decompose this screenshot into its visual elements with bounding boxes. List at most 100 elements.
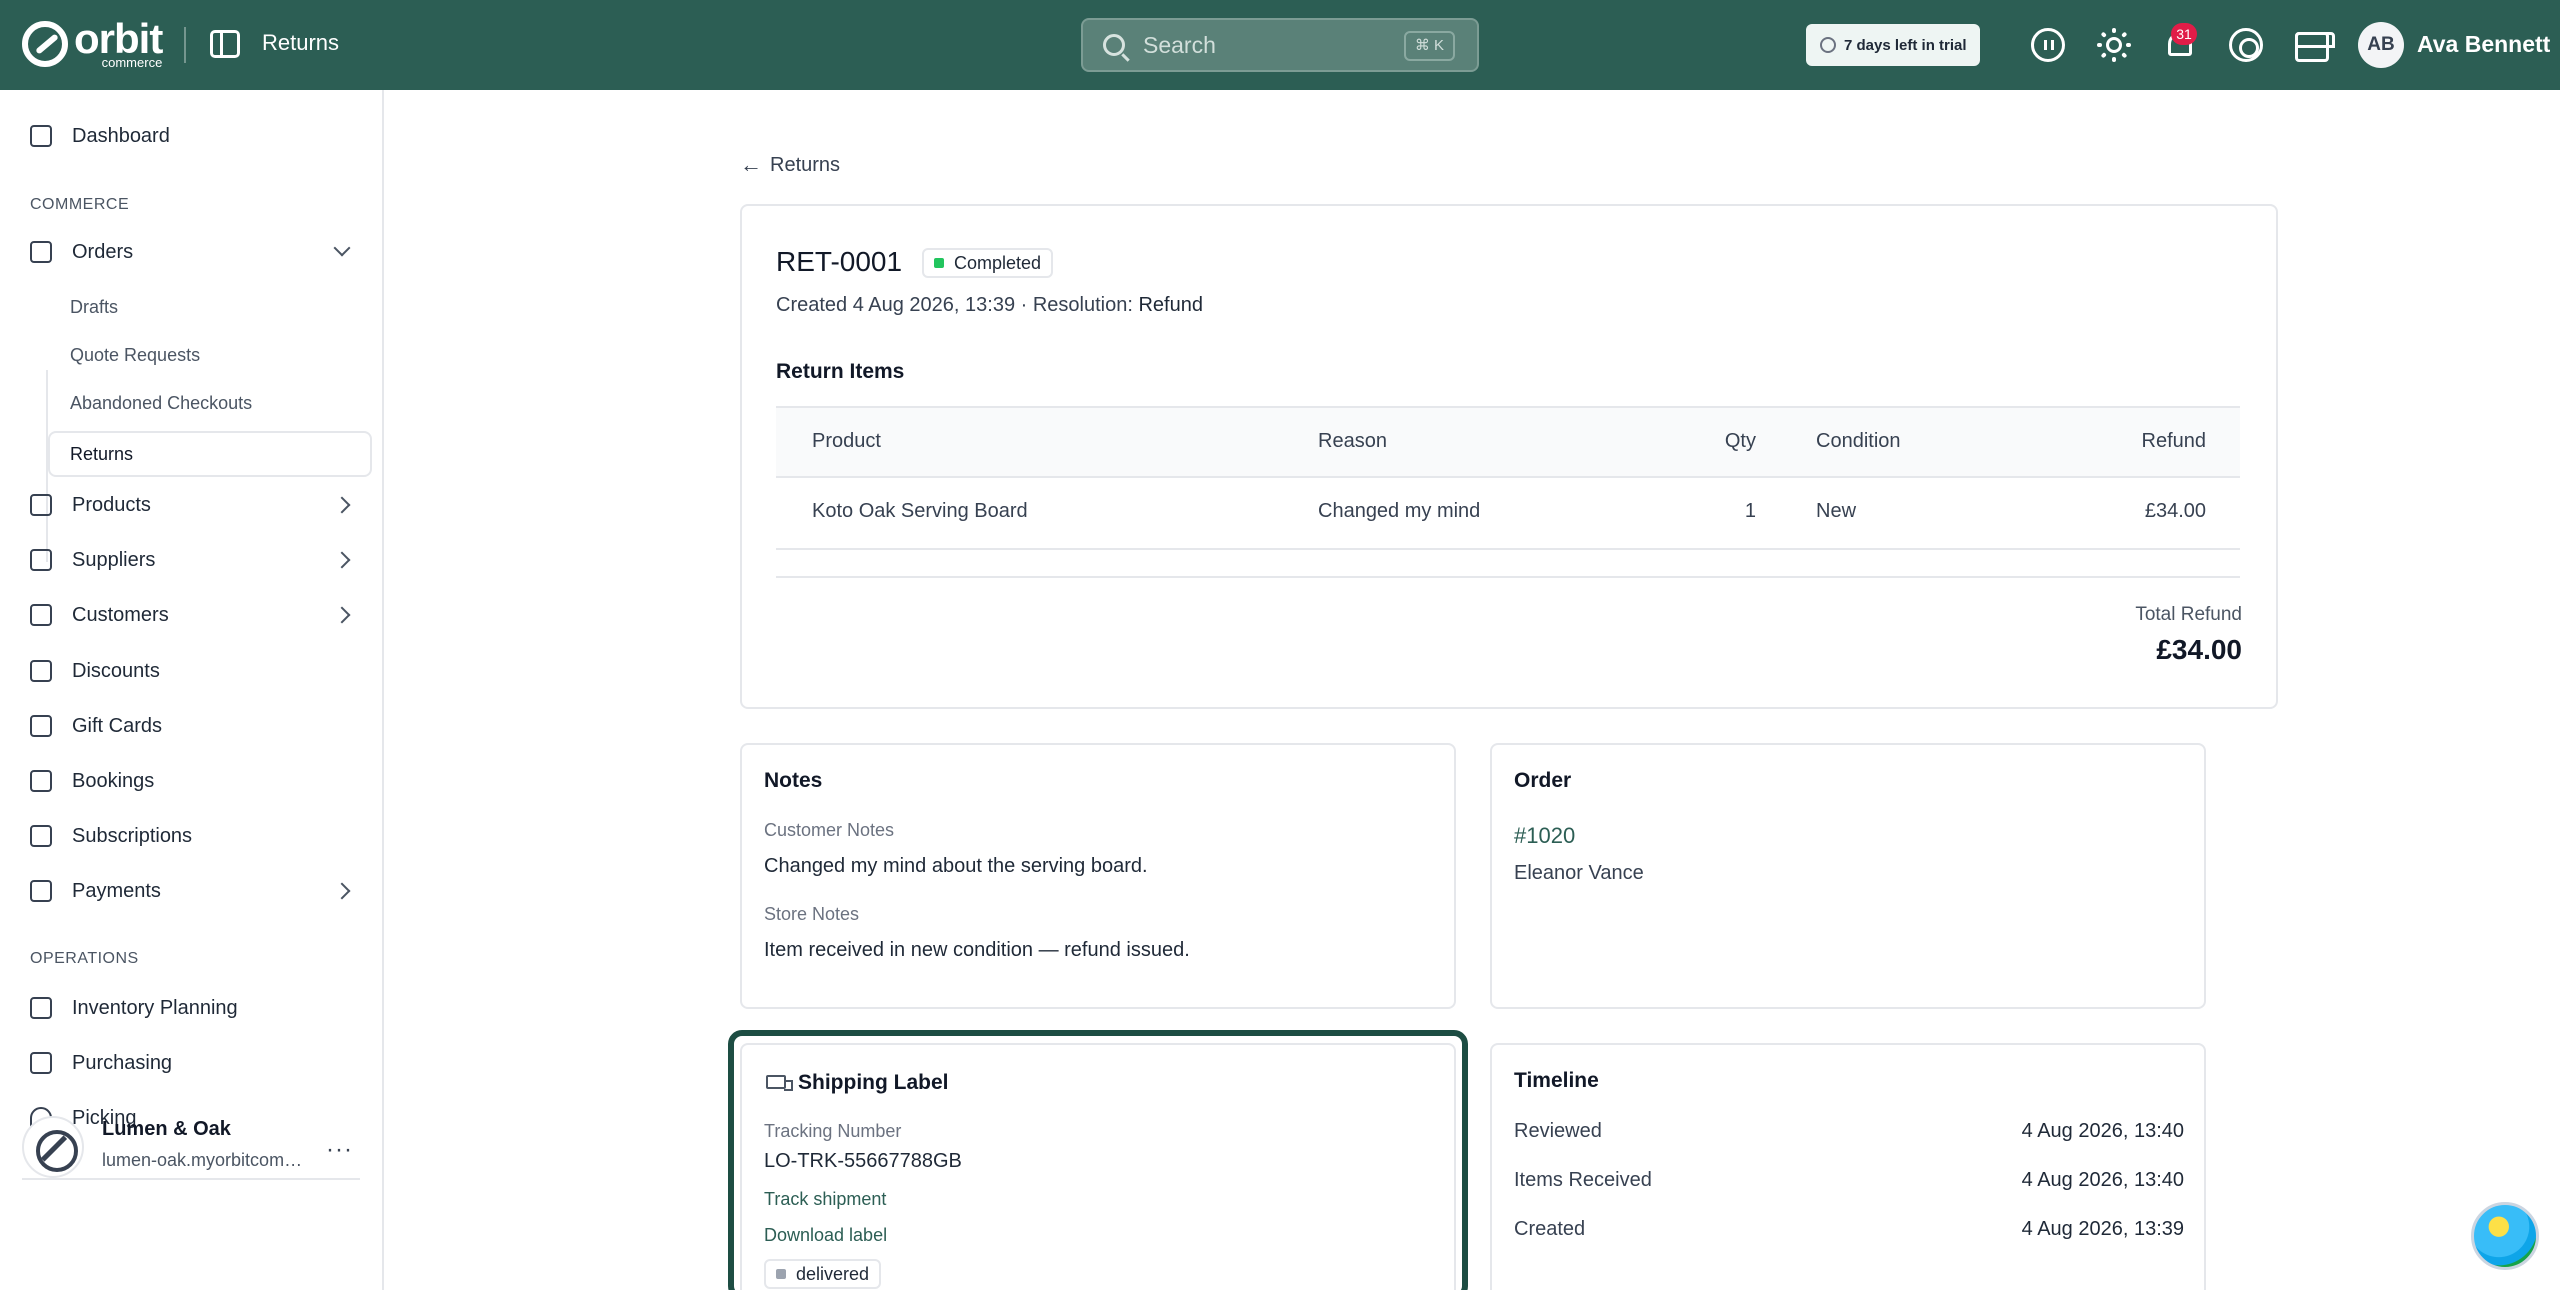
user-avatar[interactable]: AB [2358, 22, 2404, 68]
sidebar-subitem-abandoned-checkouts[interactable]: Abandoned Checkouts [70, 393, 252, 414]
item-product: Koto Oak Serving Board [812, 500, 1028, 522]
section-label-operations: OPERATIONS [30, 950, 139, 967]
orbit-logo-mark [22, 20, 68, 67]
store-url: lumen-oak.myorbitcommerce.com [102, 1150, 307, 1170]
orders-icon [30, 241, 52, 263]
timeline-card: Timeline Reviewed 4 Aug 2026, 13:40 Item… [1490, 1043, 2206, 1290]
return-detail-card: RET-0001 Completed Created 4 Aug 2026, 1… [740, 204, 2278, 709]
chevron-right-icon[interactable] [333, 882, 351, 900]
orbit-logo[interactable]: orbit commerce [22, 18, 163, 69]
item-qty: 1 [1744, 500, 1756, 522]
box-icon [30, 494, 52, 516]
column-reason: Reason [1318, 430, 1387, 452]
trial-badge[interactable]: 7 days left in trial [1806, 24, 1980, 66]
store-notes-text: Item received in new condition — refund … [764, 939, 1190, 961]
sidebar-item-gift-cards[interactable]: Gift Cards [30, 708, 162, 744]
clipboard-icon [30, 997, 52, 1019]
sidebar-toggle-icon[interactable] [210, 30, 240, 58]
sidebar-item-customers[interactable]: Customers [30, 597, 169, 633]
sidebar: Dashboard COMMERCE Orders Drafts Quote R… [0, 90, 384, 1290]
notes-title: Notes [764, 769, 823, 792]
chevron-down-icon[interactable] [333, 239, 351, 257]
store-logo[interactable] [22, 1116, 84, 1178]
top-bar: orbit commerce Returns Search ⌘ K 7 days… [0, 0, 2560, 90]
storefront-icon[interactable] [2295, 32, 2335, 62]
order-card: Order #1020 Eleanor Vance [1490, 743, 2206, 1009]
item-condition: New [1816, 500, 1857, 522]
status-badge: Completed [922, 248, 1054, 278]
sidebar-item-discounts[interactable]: Discounts [30, 653, 160, 689]
shipping-label-title: Shipping Label [798, 1071, 949, 1094]
clock-icon [1820, 37, 1836, 53]
item-reason: Changed my mind [1318, 500, 1481, 522]
assistant-chat-icon[interactable] [2471, 1202, 2539, 1270]
sidebar-item-payments[interactable]: Payments [30, 873, 161, 909]
column-refund: Refund [2141, 430, 2207, 452]
users-icon [30, 604, 52, 626]
order-title: Order [1514, 769, 1572, 792]
store-notes-label: Store Notes [764, 904, 860, 924]
item-refund: £34.00 [2144, 500, 2206, 522]
timeline-event-label: Reviewed [1514, 1120, 1602, 1142]
notification-count-badge: 31 [2171, 23, 2197, 45]
tag-icon [30, 660, 52, 682]
sidebar-item-suppliers[interactable]: Suppliers [30, 542, 155, 578]
search-icon [1103, 34, 1125, 56]
store-menu-icon[interactable]: ··· [326, 1136, 353, 1164]
chevron-right-icon[interactable] [333, 606, 351, 624]
trial-text: 7 days left in trial [1844, 36, 1967, 54]
sidebar-divider [22, 1178, 360, 1180]
order-number-link[interactable]: #1020 [1514, 823, 1575, 849]
sidebar-item-purchasing[interactable]: Purchasing [30, 1045, 172, 1081]
dashboard-icon [30, 125, 52, 147]
calendar-icon [30, 770, 52, 792]
order-customer: Eleanor Vance [1514, 862, 1644, 884]
column-qty: Qty [1724, 430, 1756, 452]
sidebar-item-orders[interactable]: Orders [30, 234, 133, 270]
pause-icon[interactable] [2031, 28, 2065, 62]
search-input[interactable]: Search ⌘ K [1081, 18, 1479, 72]
help-lifebuoy-icon[interactable] [2229, 28, 2263, 62]
timeline-event-date: 4 Aug 2026, 13:39 [2021, 1218, 2184, 1240]
sun-icon[interactable] [2097, 28, 2131, 62]
shipping-status-badge: delivered [764, 1259, 882, 1289]
sidebar-subitem-drafts[interactable]: Drafts [70, 297, 118, 318]
total-refund-value: £34.00 [2156, 634, 2242, 665]
arrow-left-icon: ← [740, 152, 762, 177]
back-to-returns-link[interactable]: ← Returns [740, 152, 840, 178]
column-product: Product [812, 430, 881, 452]
customer-notes-text: Changed my mind about the serving board. [764, 855, 1148, 877]
package-icon [30, 1052, 52, 1074]
store-name[interactable]: Lumen & Oak [102, 1118, 231, 1141]
page-title: Returns [262, 30, 340, 55]
chevron-right-icon[interactable] [333, 551, 351, 569]
sidebar-subitem-returns[interactable]: Returns [48, 431, 372, 477]
refresh-icon [30, 825, 52, 847]
sidebar-item-dashboard[interactable]: Dashboard [30, 118, 170, 154]
return-items-heading: Return Items [776, 360, 905, 383]
sidebar-subitem-quote-requests[interactable]: Quote Requests [70, 345, 200, 366]
return-id: RET-0001 [776, 246, 903, 277]
created-info: Created 4 Aug 2026, 13:39 · Resolution: … [776, 294, 1203, 316]
truck-icon [766, 1075, 793, 1091]
user-name[interactable]: Ava Bennett [2417, 31, 2550, 58]
timeline-event-label: Items Received [1514, 1169, 1652, 1191]
return-items-table: Product Reason Qty Condition Refund Koto… [776, 406, 2240, 550]
shipping-label-card[interactable]: Shipping Label Tracking Number LO-TRK-55… [740, 1043, 1456, 1290]
notes-card: Notes Customer Notes Changed my mind abo… [740, 743, 1456, 1009]
search-placeholder: Search [1143, 31, 1216, 58]
total-refund-label: Total Refund [2135, 604, 2242, 625]
timeline-event-label: Created [1514, 1218, 1586, 1240]
resolution-value: Refund [1138, 294, 1203, 316]
sidebar-item-inventory-planning[interactable]: Inventory Planning [30, 990, 238, 1026]
download-label-link[interactable]: Download label [764, 1225, 887, 1246]
timeline-event-date: 4 Aug 2026, 13:40 [2021, 1169, 2184, 1191]
sidebar-item-bookings[interactable]: Bookings [30, 763, 154, 799]
sidebar-item-subscriptions[interactable]: Subscriptions [30, 818, 192, 854]
chevron-right-icon[interactable] [333, 496, 351, 514]
timeline-event-date: 4 Aug 2026, 13:40 [2021, 1120, 2184, 1142]
track-shipment-link[interactable]: Track shipment [764, 1189, 886, 1210]
tracking-number-value: LO-TRK-55667788GB [764, 1150, 962, 1172]
sidebar-item-products[interactable]: Products [30, 487, 151, 523]
gift-icon [30, 715, 52, 737]
